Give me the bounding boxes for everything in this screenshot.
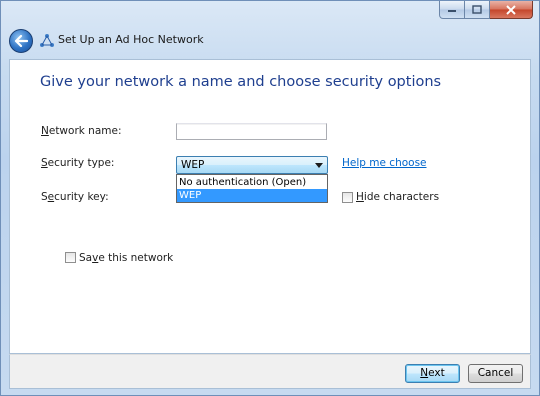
- security-type-label-access-key: S: [41, 157, 48, 169]
- back-arrow-icon: [14, 35, 28, 47]
- security-type-select[interactable]: WEP: [176, 156, 328, 174]
- security-key-label-prefix: S: [41, 191, 48, 203]
- hide-characters-checkbox[interactable]: [342, 192, 353, 203]
- security-type-label: Security type:: [41, 157, 114, 169]
- hide-characters-label-access-key: H: [356, 191, 364, 203]
- security-option-wep[interactable]: WEP: [177, 189, 327, 202]
- security-key-label-rest: curity key:: [54, 191, 109, 203]
- save-network-label[interactable]: Save this network: [79, 252, 173, 264]
- wizard-content: Give your network a name and choose secu…: [9, 59, 531, 354]
- chevron-down-icon: [315, 163, 323, 168]
- caption-buttons: [439, 1, 533, 19]
- ad-hoc-network-icon: [40, 34, 54, 47]
- security-key-label: Security key:: [41, 191, 109, 203]
- next-button[interactable]: Next: [405, 364, 460, 383]
- close-icon: [506, 4, 516, 15]
- cancel-button[interactable]: Cancel: [468, 364, 523, 383]
- minimize-icon: [448, 9, 456, 12]
- save-network-checkbox[interactable]: [65, 252, 76, 263]
- security-type-dropdown-list: No authentication (Open) WEP: [176, 174, 328, 203]
- save-network-label-rest: e this network: [98, 252, 174, 264]
- security-option-open[interactable]: No authentication (Open): [177, 176, 327, 189]
- network-name-input[interactable]: [176, 123, 327, 140]
- hide-characters-label-rest: ide characters: [363, 191, 440, 203]
- security-type-value: WEP: [181, 159, 205, 171]
- close-button[interactable]: [490, 1, 533, 19]
- hide-characters-label[interactable]: Hide characters: [356, 191, 439, 203]
- minimize-button[interactable]: [439, 1, 465, 19]
- network-name-label: Network name:: [41, 125, 122, 137]
- help-me-choose-link[interactable]: Help me choose: [342, 157, 427, 169]
- wizard-footer: Next Cancel: [9, 354, 531, 389]
- save-network-label-prefix: Sa: [79, 252, 93, 264]
- page-heading: Give your network a name and choose secu…: [40, 74, 442, 90]
- back-button[interactable]: [9, 29, 33, 53]
- maximize-icon: [472, 5, 482, 14]
- wizard-window: Set Up an Ad Hoc Network Give your netwo…: [0, 0, 540, 396]
- network-name-label-rest: etwork name:: [48, 125, 122, 137]
- next-button-rest: ext: [428, 367, 445, 379]
- network-name-label-access-key: N: [41, 125, 49, 137]
- next-button-access-key: N: [420, 367, 429, 379]
- maximize-button[interactable]: [465, 1, 490, 19]
- security-type-label-rest: ecurity type:: [47, 157, 115, 169]
- window-title: Set Up an Ad Hoc Network: [58, 33, 204, 46]
